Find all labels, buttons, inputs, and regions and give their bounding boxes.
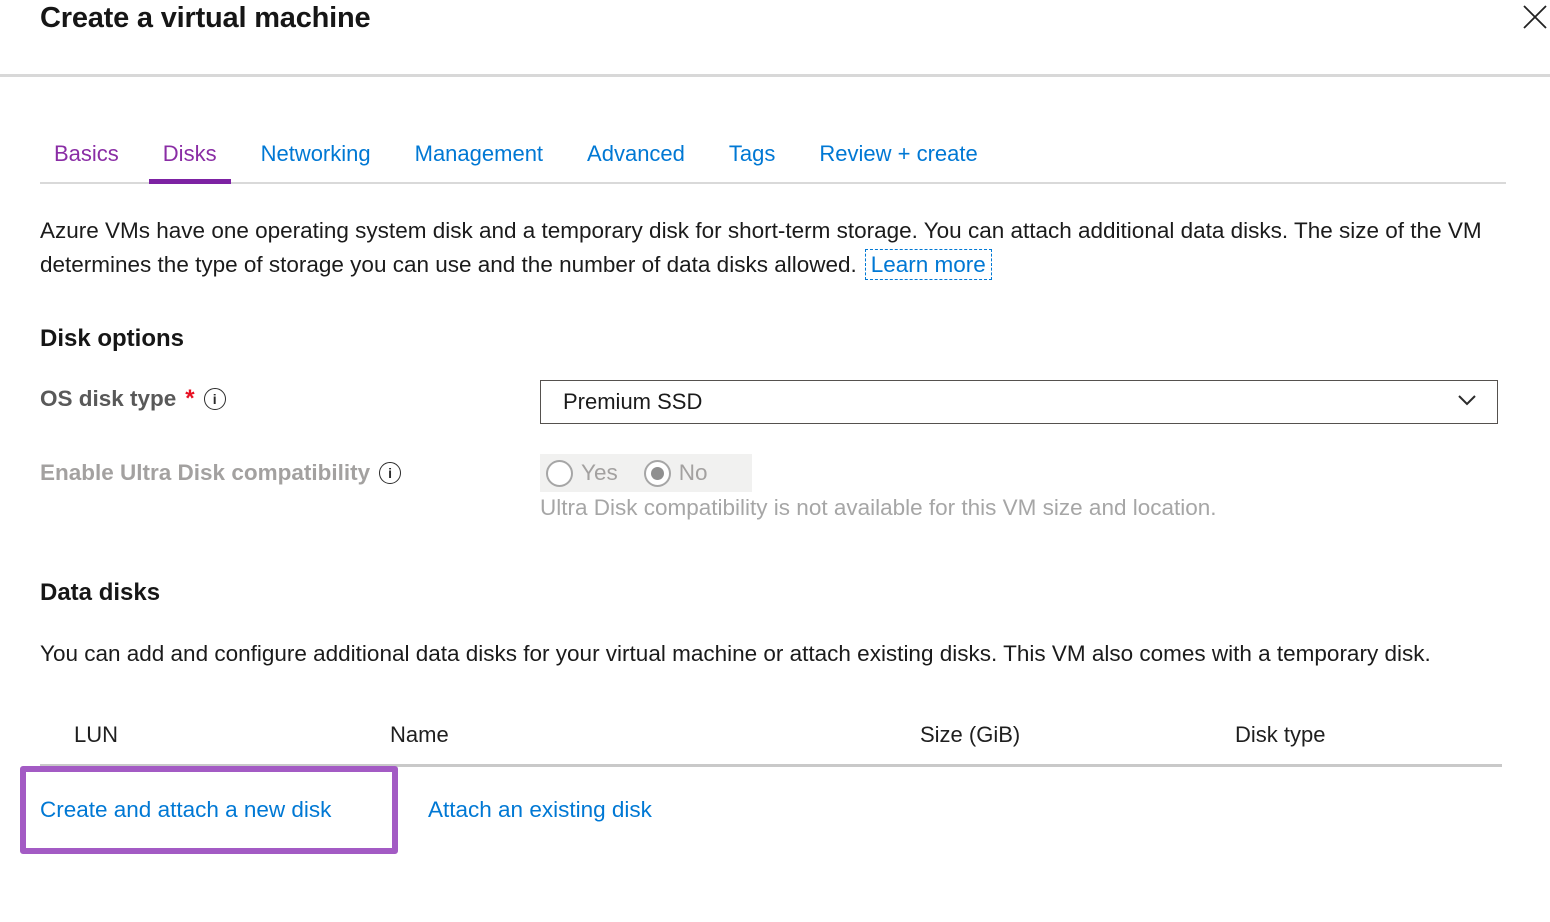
tab-disks[interactable]: Disks xyxy=(149,139,231,184)
tab-advanced[interactable]: Advanced xyxy=(573,139,699,184)
tab-basics[interactable]: Basics xyxy=(40,139,133,184)
tab-review-create[interactable]: Review + create xyxy=(805,139,991,184)
data-disks-description: You can add and configure additional dat… xyxy=(40,636,1500,671)
column-header-size: Size (GiB) xyxy=(920,722,1020,748)
radio-selected-icon xyxy=(644,460,671,487)
info-icon[interactable] xyxy=(204,388,226,410)
radio-unselected-icon xyxy=(546,460,573,487)
chevron-down-icon xyxy=(1455,388,1479,417)
data-disks-heading: Data disks xyxy=(40,579,160,607)
tab-tags[interactable]: Tags xyxy=(715,139,789,184)
close-icon xyxy=(1522,4,1548,35)
radio-label-no: No xyxy=(679,460,708,486)
os-disk-type-select[interactable]: Premium SSD xyxy=(540,380,1498,424)
ultra-disk-radio-group: Yes No xyxy=(540,454,752,492)
data-disks-table-header: LUN Name Size (GiB) Disk type xyxy=(0,722,1550,752)
header-divider xyxy=(0,74,1550,77)
disk-options-heading: Disk options xyxy=(40,325,184,353)
tab-management[interactable]: Management xyxy=(401,139,557,184)
radio-label-yes: Yes xyxy=(581,460,618,486)
info-icon[interactable] xyxy=(379,462,401,484)
os-disk-type-label: OS disk type xyxy=(40,386,176,412)
close-button[interactable] xyxy=(1520,4,1550,34)
table-header-divider xyxy=(40,764,1502,767)
ultra-disk-label: Enable Ultra Disk compatibility xyxy=(40,460,370,486)
wizard-tab-bar: Basics Disks Networking Management Advan… xyxy=(40,139,1506,184)
os-disk-type-value: Premium SSD xyxy=(563,389,1455,415)
ultra-disk-help-text: Ultra Disk compatibility is not availabl… xyxy=(540,495,1217,521)
ultra-disk-option-no[interactable]: No xyxy=(644,460,708,487)
learn-more-link[interactable]: Learn more xyxy=(865,249,992,280)
page-title: Create a virtual machine xyxy=(40,2,370,35)
ultra-disk-option-yes[interactable]: Yes xyxy=(546,460,618,487)
tab-networking[interactable]: Networking xyxy=(247,139,385,184)
attach-existing-disk-link[interactable]: Attach an existing disk xyxy=(428,797,652,823)
create-and-attach-new-disk-link[interactable]: Create and attach a new disk xyxy=(40,797,331,823)
create-vm-dialog: Create a virtual machine Basics Disks Ne… xyxy=(0,0,1550,922)
intro-text: Azure VMs have one operating system disk… xyxy=(40,218,1482,277)
column-header-name: Name xyxy=(390,722,449,748)
required-marker: * xyxy=(185,385,194,413)
column-header-lun: LUN xyxy=(74,722,118,748)
column-header-disk-type: Disk type xyxy=(1235,722,1325,748)
os-disk-type-label-row: OS disk type * xyxy=(40,385,226,413)
ultra-disk-label-row: Enable Ultra Disk compatibility xyxy=(40,460,401,486)
intro-paragraph: Azure VMs have one operating system disk… xyxy=(40,214,1518,282)
